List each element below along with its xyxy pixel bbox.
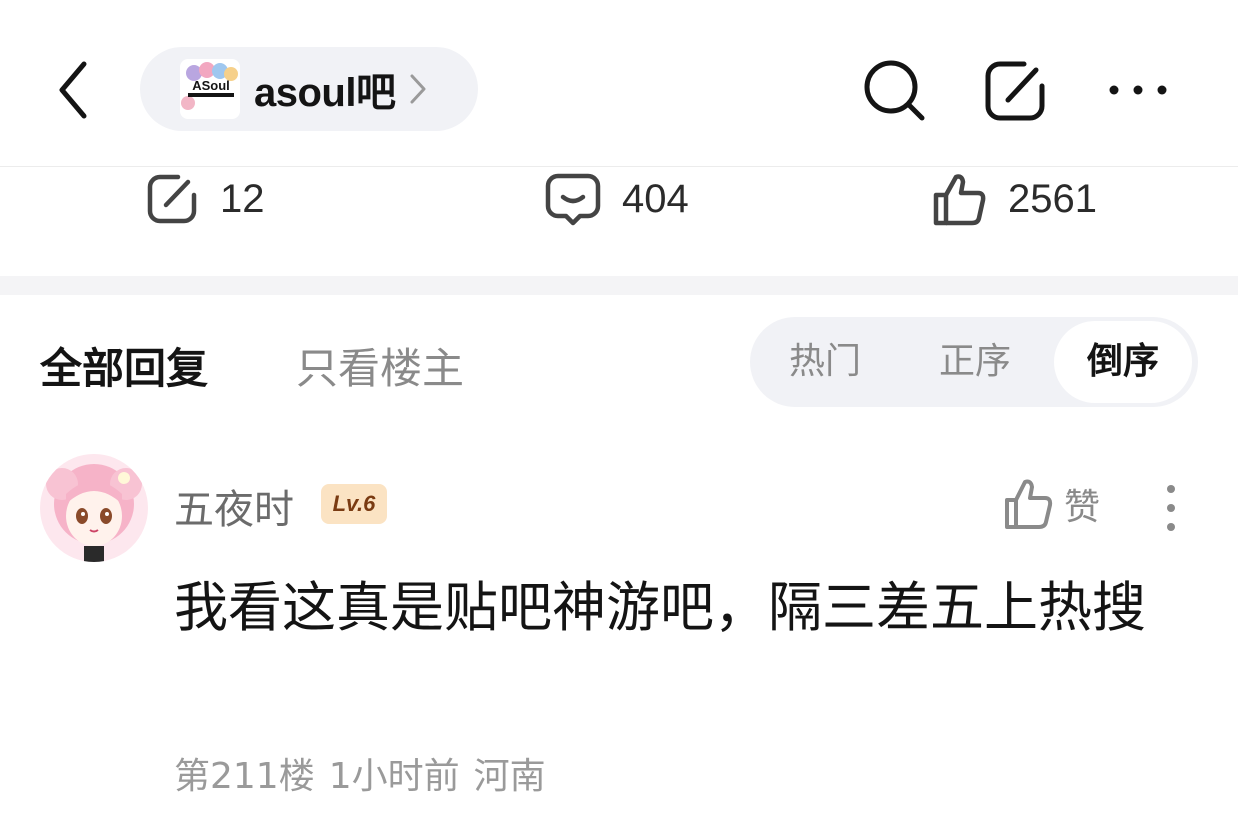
more-horizontal-icon xyxy=(1109,85,1167,95)
like-count: 2561 xyxy=(1008,176,1097,221)
more-vertical-icon xyxy=(1167,485,1175,531)
comment-like-button[interactable]: 赞 xyxy=(1004,478,1100,530)
edit-icon xyxy=(985,61,1045,121)
thumbs-up-icon xyxy=(1005,479,1053,529)
share-count: 12 xyxy=(220,176,265,221)
sort-hot[interactable]: 热门 xyxy=(750,317,900,407)
sort-descending[interactable]: 倒序 xyxy=(1054,321,1192,403)
comment-body: 我看这真是贴吧神游吧，隔三差五上热搜 xyxy=(174,576,1146,639)
search-icon xyxy=(864,60,925,121)
chevron-left-icon xyxy=(59,61,87,119)
comment-more-button[interactable] xyxy=(1160,483,1182,533)
section-separator xyxy=(0,276,1238,295)
level-badge: Lv.6 xyxy=(321,484,387,524)
back-button[interactable] xyxy=(52,58,96,122)
comment-location: 河南 xyxy=(473,756,546,797)
share-icon xyxy=(147,174,197,224)
like-label: 赞 xyxy=(1064,487,1101,528)
forum-entry-button[interactable]: ASoul asoul吧 xyxy=(140,47,478,131)
share-stat[interactable]: 12 xyxy=(144,168,265,230)
header-divider xyxy=(0,166,1238,167)
comment-icon xyxy=(545,173,601,226)
forum-logo: ASoul xyxy=(180,59,240,119)
compose-button[interactable] xyxy=(984,58,1050,124)
avatar[interactable] xyxy=(40,454,148,562)
comment-time: 1小时前 xyxy=(328,756,460,797)
search-button[interactable] xyxy=(862,58,928,124)
comment-meta: 第211楼 1小时前 河南 xyxy=(174,747,560,799)
more-options-button[interactable] xyxy=(1108,78,1168,102)
avatar-image xyxy=(40,454,148,562)
tab-host-only[interactable]: 只看楼主 xyxy=(296,335,464,396)
sort-segmented-control: 热门 正序 倒序 xyxy=(750,317,1198,407)
svg-text:ASoul: ASoul xyxy=(192,78,230,93)
comment-username[interactable]: 五夜时 xyxy=(174,477,294,535)
tab-all-replies[interactable]: 全部回复 xyxy=(40,335,208,396)
chevron-right-icon xyxy=(410,74,426,104)
comment-count: 404 xyxy=(622,176,689,221)
like-stat[interactable]: 2561 xyxy=(932,168,1097,230)
thumbs-up-icon xyxy=(933,174,986,226)
forum-name: asoul吧 xyxy=(254,71,396,115)
sort-ascending[interactable]: 正序 xyxy=(900,317,1050,407)
floor-number: 第211楼 xyxy=(174,756,315,797)
comment-stat[interactable]: 404 xyxy=(544,168,689,230)
